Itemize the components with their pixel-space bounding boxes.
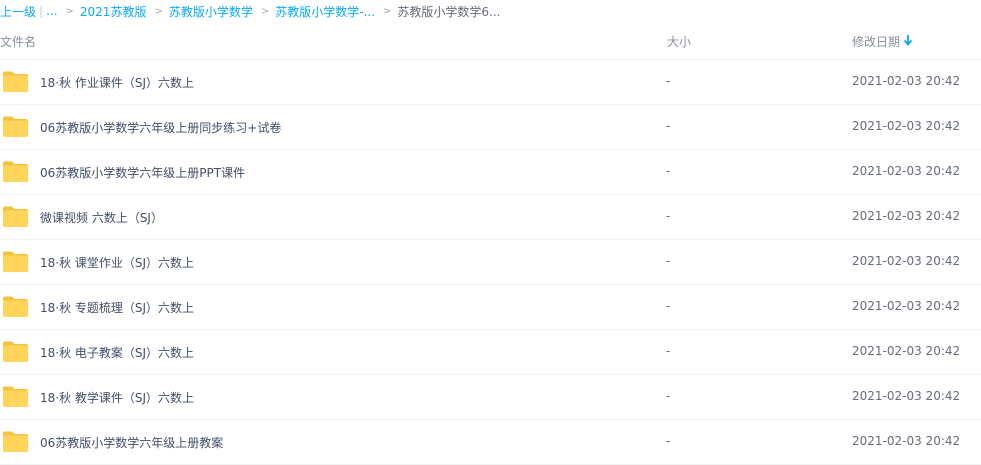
file-modified-date: 2021-02-03 20:42 [852, 119, 961, 133]
file-modified-date: 2021-02-03 20:42 [852, 254, 961, 268]
breadcrumb-current: 苏教版小学数学6... [397, 4, 501, 19]
file-name-link[interactable]: 06苏教版小学数学六年级上册同步练习+试卷 [40, 119, 281, 136]
file-name-link[interactable]: 18·秋 电子教案（SJ）六数上 [40, 344, 194, 361]
file-size: - [666, 434, 671, 448]
breadcrumb-divider: | [39, 4, 44, 18]
file-list-header: 文件名 大小 修改日期 [0, 22, 981, 60]
file-size: - [666, 119, 671, 133]
chevron-right-icon: > [260, 5, 270, 17]
folder-icon [2, 250, 29, 273]
file-name-link[interactable]: 18·秋 专题梳理（SJ）六数上 [40, 299, 194, 316]
column-header-date[interactable]: 修改日期 [852, 33, 900, 50]
file-row[interactable]: 06苏教版小学数学六年级上册同步练习+试卷 - 2021-02-03 20:42 [0, 105, 981, 150]
file-size: - [666, 209, 671, 223]
file-modified-date: 2021-02-03 20:42 [852, 344, 961, 358]
file-row[interactable]: 18·秋 教学课件（SJ）六数上 - 2021-02-03 20:42 [0, 375, 981, 420]
breadcrumb-item-1[interactable]: 2021苏教版 [80, 3, 147, 20]
file-name-link[interactable]: 18·秋 课堂作业（SJ）六数上 [40, 254, 194, 271]
file-name-link[interactable]: 06苏教版小学数学六年级上册PPT课件 [40, 164, 245, 181]
chevron-right-icon: > [154, 5, 163, 17]
breadcrumb: 上一级 | ... > 2021苏教版 > 苏教版小学数学 > 苏教版小学数学-… [0, 0, 981, 22]
file-row[interactable]: 18·秋 作业课件（SJ）六数上 - 2021-02-03 20:42 [0, 60, 981, 105]
column-header-size[interactable]: 大小 [667, 33, 691, 50]
file-name-link[interactable]: 18·秋 教学课件（SJ）六数上 [40, 389, 194, 406]
file-name-link[interactable]: 06苏教版小学数学六年级上册教案 [40, 434, 223, 451]
file-size: - [666, 299, 671, 313]
breadcrumb-up-link[interactable]: 上一级 [0, 3, 36, 20]
folder-icon [2, 205, 29, 228]
folder-icon [2, 160, 29, 183]
file-name-link[interactable]: 18·秋 作业课件（SJ）六数上 [40, 74, 194, 91]
file-modified-date: 2021-02-03 20:42 [852, 74, 961, 88]
file-modified-date: 2021-02-03 20:42 [852, 389, 961, 403]
file-row[interactable]: 06苏教版小学数学六年级上册教案 - 2021-02-03 20:42 [0, 420, 981, 465]
column-header-name[interactable]: 文件名 [0, 33, 36, 50]
chevron-right-icon: > [65, 5, 74, 17]
chevron-right-icon: > [383, 5, 392, 17]
file-row[interactable]: 18·秋 专题梳理（SJ）六数上 - 2021-02-03 20:42 [0, 285, 981, 330]
file-row[interactable]: 18·秋 电子教案（SJ）六数上 - 2021-02-03 20:42 [0, 330, 981, 375]
file-size: - [666, 164, 671, 178]
file-row[interactable]: 06苏教版小学数学六年级上册PPT课件 - 2021-02-03 20:42 [0, 150, 981, 195]
folder-icon [2, 340, 29, 363]
file-modified-date: 2021-02-03 20:42 [852, 434, 961, 448]
folder-icon [2, 430, 29, 453]
sort-down-arrow-icon[interactable] [903, 33, 913, 47]
file-size: - [666, 344, 671, 358]
file-modified-date: 2021-02-03 20:42 [852, 299, 961, 313]
file-row[interactable]: 18·秋 课堂作业（SJ）六数上 - 2021-02-03 20:42 [0, 240, 981, 285]
file-size: - [666, 389, 671, 403]
folder-icon [2, 115, 29, 138]
file-list: 18·秋 作业课件（SJ）六数上 -2021-02-03 20:42 06苏教版小学… [0, 60, 981, 465]
folder-icon [2, 70, 29, 93]
file-modified-date: 2021-02-03 20:42 [852, 164, 961, 178]
file-name-link[interactable]: 微课视频 六数上（SJ） [40, 209, 163, 226]
breadcrumb-item-2[interactable]: 苏教版小学数学 [169, 3, 253, 20]
file-size: - [666, 74, 671, 88]
file-size: - [666, 254, 671, 268]
file-row[interactable]: 微课视频 六数上（SJ） - 2021-02-03 20:42 [0, 195, 981, 240]
file-modified-date: 2021-02-03 20:42 [852, 209, 961, 223]
breadcrumb-item-3[interactable]: 苏教版小学数学-... [275, 3, 375, 20]
breadcrumb-ellipsis-link[interactable]: ... [46, 4, 57, 18]
folder-icon [2, 295, 29, 318]
folder-icon [2, 385, 29, 408]
